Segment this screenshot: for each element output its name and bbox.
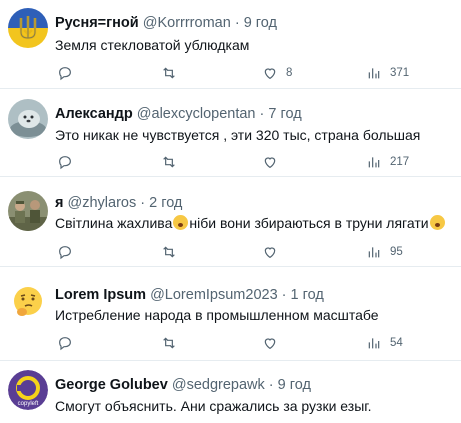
ukraine-flag-trident-icon: [8, 8, 48, 48]
reply-item[interactable]: Lorem Ipsum @LoremIpsum2023 · 1 год Истр…: [0, 267, 461, 361]
like-icon: [264, 157, 276, 169]
fearful-face-emoji-icon: [173, 215, 189, 230]
reply-text: Земля стекловатой ублюдкам: [55, 37, 250, 53]
reply-header: Русня=гной @Korrrroman · 9 год: [55, 14, 277, 32]
avatar[interactable]: [8, 99, 48, 139]
views-button[interactable]: 95: [366, 242, 403, 262]
views-icon: [368, 338, 380, 349]
reply-button[interactable]: [57, 63, 73, 83]
views-count: 371: [390, 67, 410, 79]
avatar[interactable]: copyleft: [8, 370, 48, 410]
views-icon: [368, 247, 380, 258]
reply-icon: [59, 67, 71, 81]
like-icon: [264, 338, 276, 350]
separator-dot: ·: [140, 195, 146, 211]
reply-icon: [59, 337, 71, 351]
reply-text: Світлина жахлива ніби вони збираються в т…: [55, 214, 446, 232]
display-name[interactable]: Lorem Ipsum: [55, 287, 146, 303]
soldiers-photo-icon: [8, 191, 48, 231]
retweet-icon: [163, 67, 175, 79]
like-icon: [264, 68, 276, 80]
views-icon: [368, 68, 380, 79]
views-button[interactable]: 371: [366, 63, 409, 83]
separator-dot: ·: [268, 377, 274, 393]
retweet-button[interactable]: [161, 152, 177, 172]
like-button[interactable]: 8: [262, 63, 292, 83]
like-button[interactable]: [262, 152, 278, 172]
views-count: 54: [390, 337, 403, 349]
retweet-button[interactable]: [161, 63, 177, 83]
retweet-icon: [163, 156, 175, 168]
display-name[interactable]: Русня=гной: [55, 15, 139, 31]
separator-dot: ·: [234, 15, 240, 31]
timestamp[interactable]: 2 год: [149, 195, 182, 211]
avatar-logo-text: copyleft: [18, 401, 39, 407]
reply-item[interactable]: copyleft George Golubev @sedgrepawk · 9 …: [0, 361, 461, 423]
separator-dot: ·: [281, 287, 287, 303]
action-bar: 95: [55, 242, 455, 262]
action-bar: 54: [55, 333, 455, 353]
like-icon: [264, 247, 276, 259]
views-button[interactable]: 54: [366, 333, 403, 353]
reply-header: я @zhylaros · 2 год: [55, 194, 182, 212]
like-button[interactable]: [262, 242, 278, 262]
retweet-icon: [163, 246, 175, 258]
reply-item[interactable]: Александр @alexcyclopentan · 7 год Это н…: [0, 89, 461, 177]
reply-item[interactable]: я @zhylaros · 2 год Світлина жахлива ніби…: [0, 177, 461, 267]
action-bar: 217: [55, 152, 455, 172]
avatar[interactable]: [8, 8, 48, 48]
copyleft-logo-icon: copyleft: [8, 370, 48, 410]
reply-button[interactable]: [57, 152, 73, 172]
reply-button[interactable]: [57, 333, 73, 353]
retweet-button[interactable]: [161, 333, 177, 353]
timestamp[interactable]: 9 год: [244, 15, 277, 31]
username-handle[interactable]: @alexcyclopentan: [137, 106, 256, 122]
reply-text: Смогут объяснить. Ани сражались за рузки…: [55, 398, 372, 414]
views-count: 217: [390, 156, 410, 168]
reply-icon: [59, 156, 71, 170]
username-handle[interactable]: @LoremIpsum2023: [150, 287, 278, 303]
reply-text: Это никак не чувствуется , эти 320 тыс, …: [55, 127, 421, 143]
display-name[interactable]: я: [55, 195, 63, 211]
avatar[interactable]: [8, 191, 48, 231]
separator-dot: ·: [259, 106, 265, 122]
retweet-button[interactable]: [161, 242, 177, 262]
timestamp[interactable]: 9 год: [278, 377, 311, 393]
action-bar: 8 371: [55, 63, 455, 83]
reply-text-part: ніби вони збираються в труни лягати: [189, 215, 429, 231]
timestamp[interactable]: 7 год: [268, 106, 301, 122]
crying-laughing-face-emoji-icon: [429, 215, 445, 230]
display-name[interactable]: George Golubev: [55, 377, 168, 393]
reply-item[interactable]: Русня=гной @Korrrroman · 9 год Земля сте…: [0, 0, 461, 89]
timestamp[interactable]: 1 год: [291, 287, 324, 303]
username-handle[interactable]: @sedgrepawk: [172, 377, 265, 393]
username-handle[interactable]: @Korrrroman: [143, 15, 231, 31]
views-count: 95: [390, 246, 403, 258]
like-count: 8: [286, 67, 293, 79]
reply-header: George Golubev @sedgrepawk · 9 год: [55, 376, 311, 394]
reply-text-part: Світлина жахлива: [55, 215, 173, 231]
reply-icon: [59, 246, 71, 260]
display-name[interactable]: Александр: [55, 106, 133, 122]
seal-photo-icon: [8, 99, 48, 139]
thinking-face-emoji-icon: [8, 282, 48, 322]
username-handle[interactable]: @zhylaros: [68, 195, 137, 211]
reply-header: Lorem Ipsum @LoremIpsum2023 · 1 год: [55, 286, 324, 304]
reply-button[interactable]: [57, 242, 73, 262]
reply-text: Истребление народа в промышленном масшта…: [55, 307, 379, 323]
avatar[interactable]: [8, 282, 48, 322]
like-button[interactable]: [262, 333, 278, 353]
views-icon: [368, 157, 380, 168]
reply-header: Александр @alexcyclopentan · 7 год: [55, 105, 302, 123]
retweet-icon: [163, 337, 175, 349]
views-button[interactable]: 217: [366, 152, 409, 172]
